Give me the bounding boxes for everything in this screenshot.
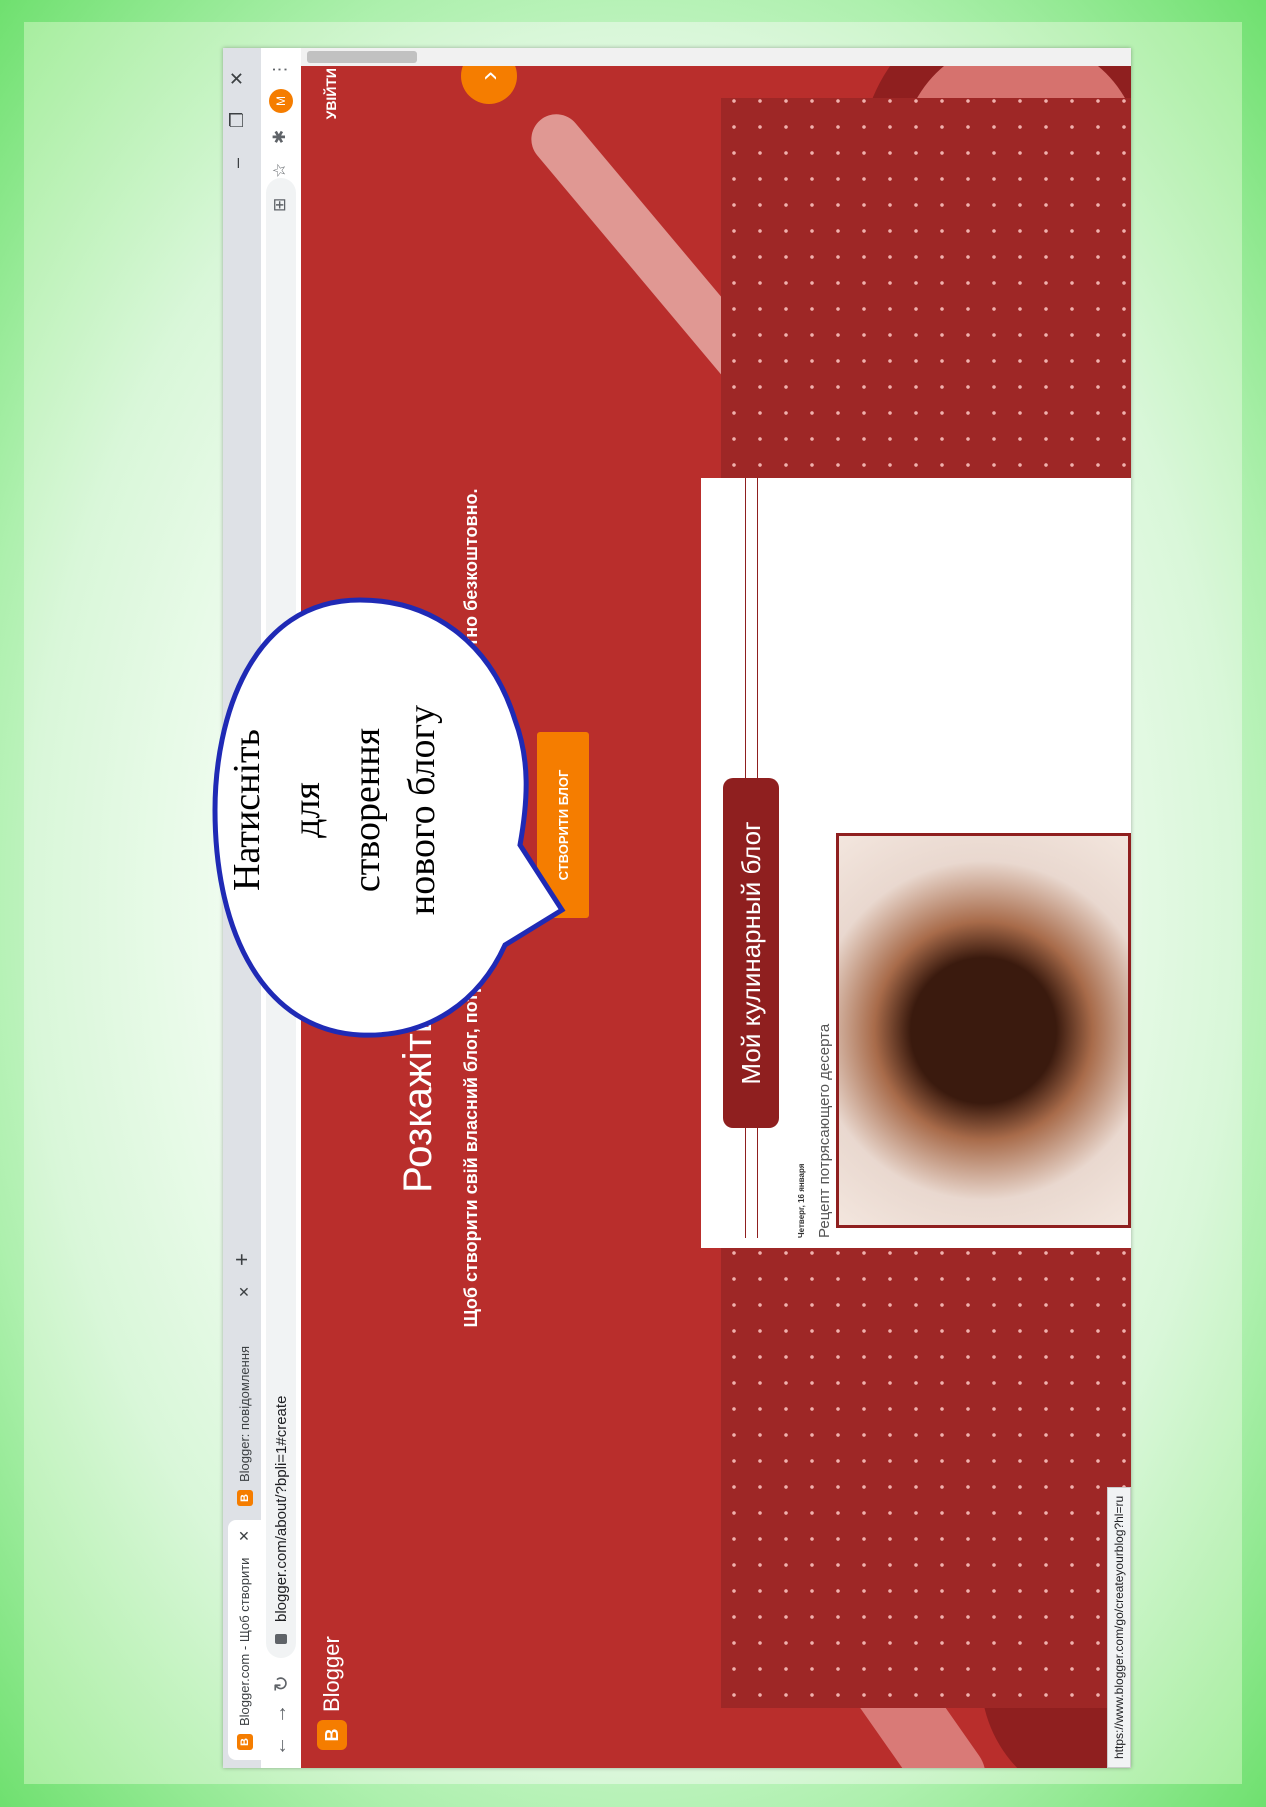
close-tab-icon[interactable]: ✕: [236, 1530, 253, 1542]
create-blog-button[interactable]: СТВОРИТИ БЛОГ: [537, 732, 589, 918]
logo-text: Blogger: [319, 1636, 344, 1712]
lock-icon: [275, 1634, 287, 1644]
tab-label: Blogger: повідомлення: [237, 1345, 252, 1482]
close-tab-icon[interactable]: ✕: [236, 1286, 253, 1298]
page-subheadline: Щоб створити свій власний блог, потрібно…: [461, 488, 481, 1328]
status-bar-url: https://www.blogger.com/go/createyourblo…: [1107, 1486, 1131, 1768]
blogger-favicon-icon: B: [236, 1490, 253, 1506]
sample-post-title: Рецепт потрясающего десерта: [816, 1023, 833, 1238]
star-icon[interactable]: ☆: [270, 163, 290, 178]
blogger-logo[interactable]: B Blogger: [317, 1636, 347, 1750]
forward-icon[interactable]: →: [269, 1704, 292, 1724]
extensions-icon[interactable]: ✱: [270, 130, 290, 144]
dessert-photo: [836, 833, 1131, 1228]
sample-blog-card: Мой кулинарный блог Четверг, 16 января Р…: [701, 478, 1131, 1248]
callout-text: Натисніть для створення нового блогу: [225, 320, 645, 915]
tab-label: Blogger.com - Щоб створити: [237, 1557, 252, 1726]
back-icon[interactable]: ←: [269, 1736, 292, 1756]
scrollbar-thumb[interactable]: [307, 51, 417, 63]
callout-line: створення: [346, 727, 388, 893]
reload-icon[interactable]: ↻: [269, 1675, 294, 1692]
minimize-icon[interactable]: –: [227, 158, 248, 168]
blogger-favicon-icon: B: [236, 1734, 253, 1750]
new-tab-button[interactable]: +: [229, 1253, 255, 1266]
polka-dot-backdrop-left: [721, 1248, 1131, 1708]
url-text: blogger.com/about/?bpli=1#create: [272, 1395, 290, 1622]
polka-dot-backdrop-right: [721, 98, 1131, 478]
page-scrollbar[interactable]: [301, 48, 1131, 66]
callout-line: для: [286, 782, 328, 838]
sample-post-date: Четверг, 16 января: [797, 1163, 806, 1238]
tab-blogger-messages[interactable]: B Blogger: повідомлення ✕: [228, 1276, 261, 1516]
callout-line: Натисніть: [226, 729, 268, 891]
menu-icon[interactable]: ⋮: [270, 61, 290, 78]
callout-line: нового блогу: [401, 704, 443, 916]
translate-icon[interactable]: ⊞: [270, 198, 290, 212]
close-window-icon[interactable]: ✕: [227, 71, 248, 86]
sample-blog-title: Мой кулинарный блог: [723, 778, 779, 1128]
restore-icon[interactable]: ❐: [227, 112, 248, 128]
profile-avatar[interactable]: M: [269, 89, 293, 113]
blogger-logo-icon: B: [317, 1720, 347, 1750]
sign-in-link[interactable]: УВІЙТИ: [323, 68, 339, 119]
tab-blogger-create[interactable]: B Blogger.com - Щоб створити ✕: [228, 1520, 261, 1760]
